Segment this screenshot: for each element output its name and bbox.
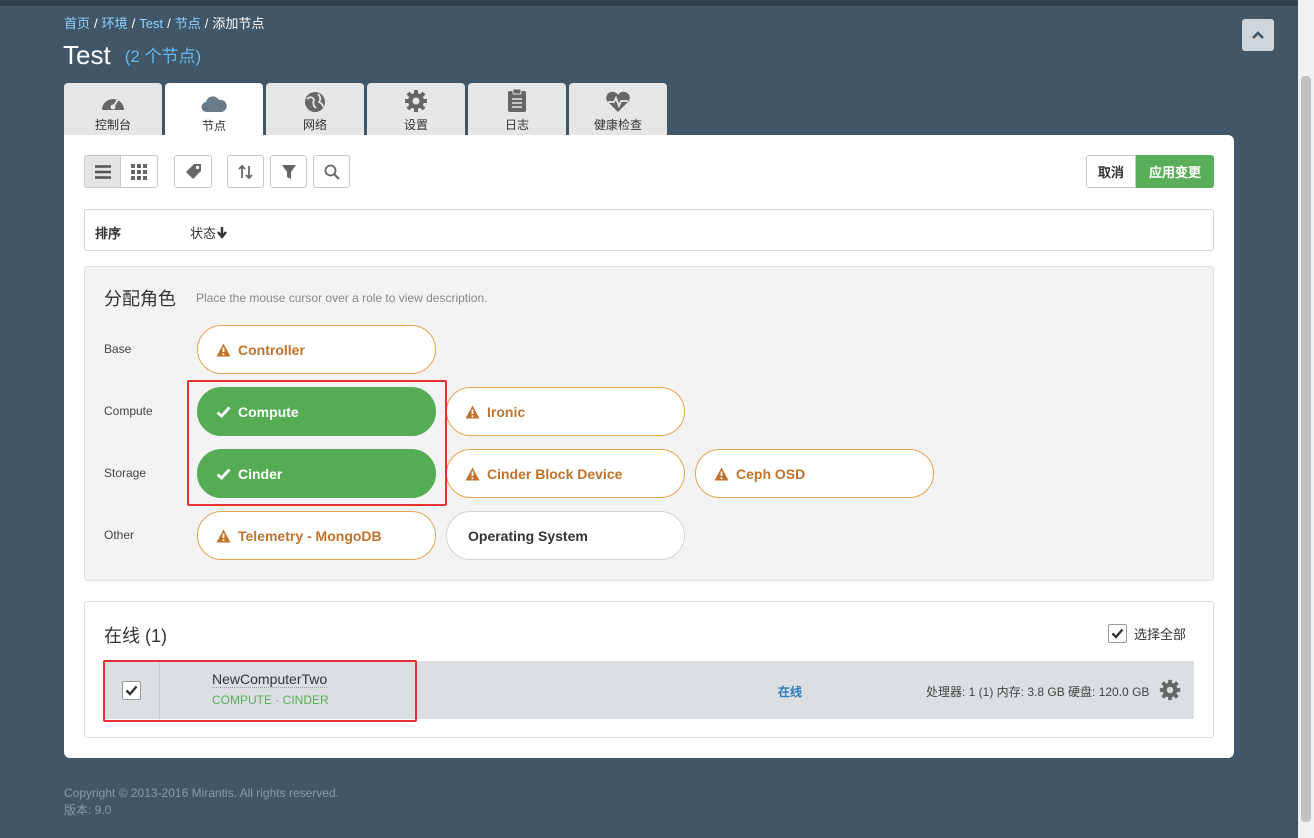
page-title: Test (2 个节点) bbox=[63, 40, 201, 71]
tab-dashboard[interactable]: 控制台 bbox=[64, 83, 162, 135]
role-label: Cinder Block Device bbox=[487, 465, 623, 482]
node-status: 在线 bbox=[778, 685, 803, 699]
heart-pulse-icon bbox=[606, 91, 630, 112]
clipboard-icon bbox=[508, 88, 526, 112]
online-heading: 在线 (1) bbox=[104, 626, 167, 646]
warning-icon bbox=[216, 529, 231, 542]
group-label-other: Other bbox=[104, 528, 135, 542]
role-label: Telemetry - MongoDB bbox=[238, 527, 382, 544]
tab-settings[interactable]: 设置 bbox=[367, 83, 465, 135]
arrow-down-icon bbox=[217, 227, 227, 239]
cloud-icon bbox=[201, 96, 227, 113]
sort-status-label: 状态 bbox=[190, 226, 217, 241]
tab-bar: 控制台 节点 网络 设置 日志 健康检查 bbox=[64, 83, 670, 136]
apply-changes-button[interactable]: 应用变更 bbox=[1136, 155, 1214, 188]
view-mode-toggle bbox=[84, 155, 158, 188]
gear-icon bbox=[1159, 679, 1181, 701]
tab-logs[interactable]: 日志 bbox=[468, 83, 566, 135]
tab-label: 节点 bbox=[201, 119, 226, 133]
chevron-up-icon bbox=[1252, 31, 1264, 39]
online-nodes-group: 在线 (1) 选择全部 NewComputerTwo COMPUTE · CIN… bbox=[84, 601, 1214, 738]
breadcrumb: 首页 / 环境 / Test / 节点 / 添加节点 bbox=[64, 16, 265, 31]
group-label-compute: Compute bbox=[104, 404, 153, 418]
gear-icon bbox=[405, 90, 427, 112]
role-label: Ironic bbox=[487, 403, 526, 420]
tab-label: 控制台 bbox=[94, 118, 131, 132]
role-operating-system[interactable]: Operating System bbox=[446, 511, 685, 560]
select-all-checkbox[interactable]: 选择全部 bbox=[1108, 624, 1186, 643]
sort-arrows-icon bbox=[237, 164, 253, 179]
role-ceph-osd[interactable]: Ceph OSD bbox=[695, 449, 934, 498]
sort-bar: 排序 状态 bbox=[84, 209, 1214, 251]
breadcrumb-current: 添加节点 bbox=[212, 16, 265, 31]
tab-label: 健康检查 bbox=[593, 118, 642, 132]
breadcrumb-env[interactable]: Test bbox=[139, 16, 163, 31]
role-ironic[interactable]: Ironic bbox=[446, 387, 685, 436]
list-icon bbox=[94, 164, 111, 179]
tab-nodes[interactable]: 节点 bbox=[165, 83, 263, 136]
sort-by-status[interactable]: 状态 bbox=[190, 223, 227, 242]
node-settings-button[interactable] bbox=[1158, 678, 1182, 707]
warning-icon bbox=[216, 343, 231, 356]
highlight-annotation bbox=[187, 380, 447, 506]
group-label-base: Base bbox=[104, 342, 132, 356]
tab-healthcheck[interactable]: 健康检查 bbox=[569, 83, 667, 135]
copyright: Copyright © 2013-2016 Mirantis. All righ… bbox=[64, 786, 339, 800]
roles-hint: Place the mouse cursor over a role to vi… bbox=[196, 291, 488, 305]
sort-label: 排序 bbox=[95, 226, 122, 241]
back-to-top-button[interactable] bbox=[1242, 19, 1274, 51]
cancel-button[interactable]: 取消 bbox=[1086, 155, 1136, 188]
warning-icon bbox=[714, 467, 729, 480]
warning-icon bbox=[465, 405, 480, 418]
role-label: Controller bbox=[238, 341, 305, 358]
dashboard-icon bbox=[102, 97, 124, 110]
group-label-storage: Storage bbox=[104, 466, 147, 480]
labels-button[interactable] bbox=[174, 155, 212, 188]
roles-heading: 分配角色 bbox=[104, 289, 176, 309]
role-label: Ceph OSD bbox=[736, 465, 806, 482]
tab-label: 网络 bbox=[302, 118, 327, 132]
page-scrollbar[interactable] bbox=[1298, 0, 1314, 838]
highlight-annotation bbox=[103, 660, 417, 722]
globe-icon bbox=[305, 92, 325, 112]
checkbox[interactable] bbox=[1108, 624, 1127, 643]
scrollbar-thumb[interactable] bbox=[1301, 76, 1311, 822]
node-count: (2 个节点) bbox=[124, 47, 202, 66]
tab-label: 设置 bbox=[403, 118, 428, 132]
tab-network[interactable]: 网络 bbox=[266, 83, 364, 135]
select-all-label: 选择全部 bbox=[1134, 627, 1187, 642]
node-specs: 处理器: 1 (1) 内存: 3.8 GB 硬盘: 120.0 GB bbox=[926, 685, 1150, 699]
role-telemetry-mongodb[interactable]: Telemetry - MongoDB bbox=[197, 511, 436, 560]
list-view-button[interactable] bbox=[84, 155, 121, 188]
search-button[interactable] bbox=[313, 155, 350, 188]
version: 版本: 9.0 bbox=[64, 803, 112, 817]
tab-label: 日志 bbox=[504, 118, 529, 132]
footer: Copyright © 2013-2016 Mirantis. All righ… bbox=[64, 785, 339, 819]
breadcrumb-nodes[interactable]: 节点 bbox=[175, 16, 201, 31]
grid-icon bbox=[131, 163, 147, 180]
role-controller[interactable]: Controller bbox=[197, 325, 436, 374]
warning-icon bbox=[465, 467, 480, 480]
top-bar bbox=[0, 0, 1314, 6]
role-cinder-block-device[interactable]: Cinder Block Device bbox=[446, 449, 685, 498]
filter-button[interactable] bbox=[270, 155, 307, 188]
role-assignment-panel: 分配角色 Place the mouse cursor over a role … bbox=[84, 266, 1214, 581]
check-icon bbox=[1111, 628, 1124, 639]
tag-icon bbox=[185, 164, 201, 179]
breadcrumb-home[interactable]: 首页 bbox=[64, 16, 90, 31]
sort-button[interactable] bbox=[227, 155, 264, 188]
role-label: Operating System bbox=[468, 527, 588, 544]
nodes-panel: 取消 应用变更 排序 状态 分配角色 Place the mouse curso… bbox=[64, 135, 1234, 758]
page-title-text: Test bbox=[63, 40, 111, 70]
breadcrumb-environments[interactable]: 环境 bbox=[102, 16, 128, 31]
search-icon bbox=[324, 164, 340, 180]
filter-icon bbox=[281, 164, 296, 179]
grid-view-button[interactable] bbox=[121, 155, 158, 188]
action-buttons: 取消 应用变更 bbox=[1086, 155, 1214, 188]
